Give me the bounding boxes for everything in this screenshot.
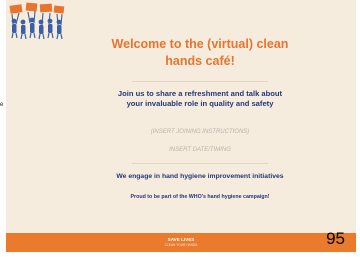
- footer-slogan: SAVE LIVES: [167, 237, 195, 242]
- slide-page: e Welcome to the (virtual) clean hands c…: [0, 0, 360, 257]
- clean-hands-cafe-poster: Welcome to the (virtual) clean hands caf…: [6, 0, 356, 252]
- joining-instructions-placeholder: (INSERT JOINING INSTRUCTIONS): [150, 129, 250, 135]
- footer-band: SAVE LIVES CLEAN YOUR HANDS: [6, 233, 356, 252]
- campaign-statement: Proud to be part of the WHO's hand hygie…: [130, 194, 270, 200]
- divider-bottom: [132, 163, 268, 164]
- poster-title: Welcome to the (virtual) clean hands caf…: [111, 37, 289, 68]
- people-holding-banners-icon: [9, 2, 65, 40]
- invitation-text: Join us to share a refreshment and talk …: [117, 89, 283, 108]
- engagement-statement: We engage in hand hygiene improvement in…: [116, 173, 284, 180]
- edge-text-fragment: e: [0, 102, 4, 108]
- footer-subslogan: CLEAN YOUR HANDS: [164, 243, 198, 247]
- slide-page-number: 95: [326, 229, 345, 248]
- date-timing-placeholder: INSERT DATE/TIMING: [169, 147, 231, 153]
- divider-top: [132, 81, 268, 82]
